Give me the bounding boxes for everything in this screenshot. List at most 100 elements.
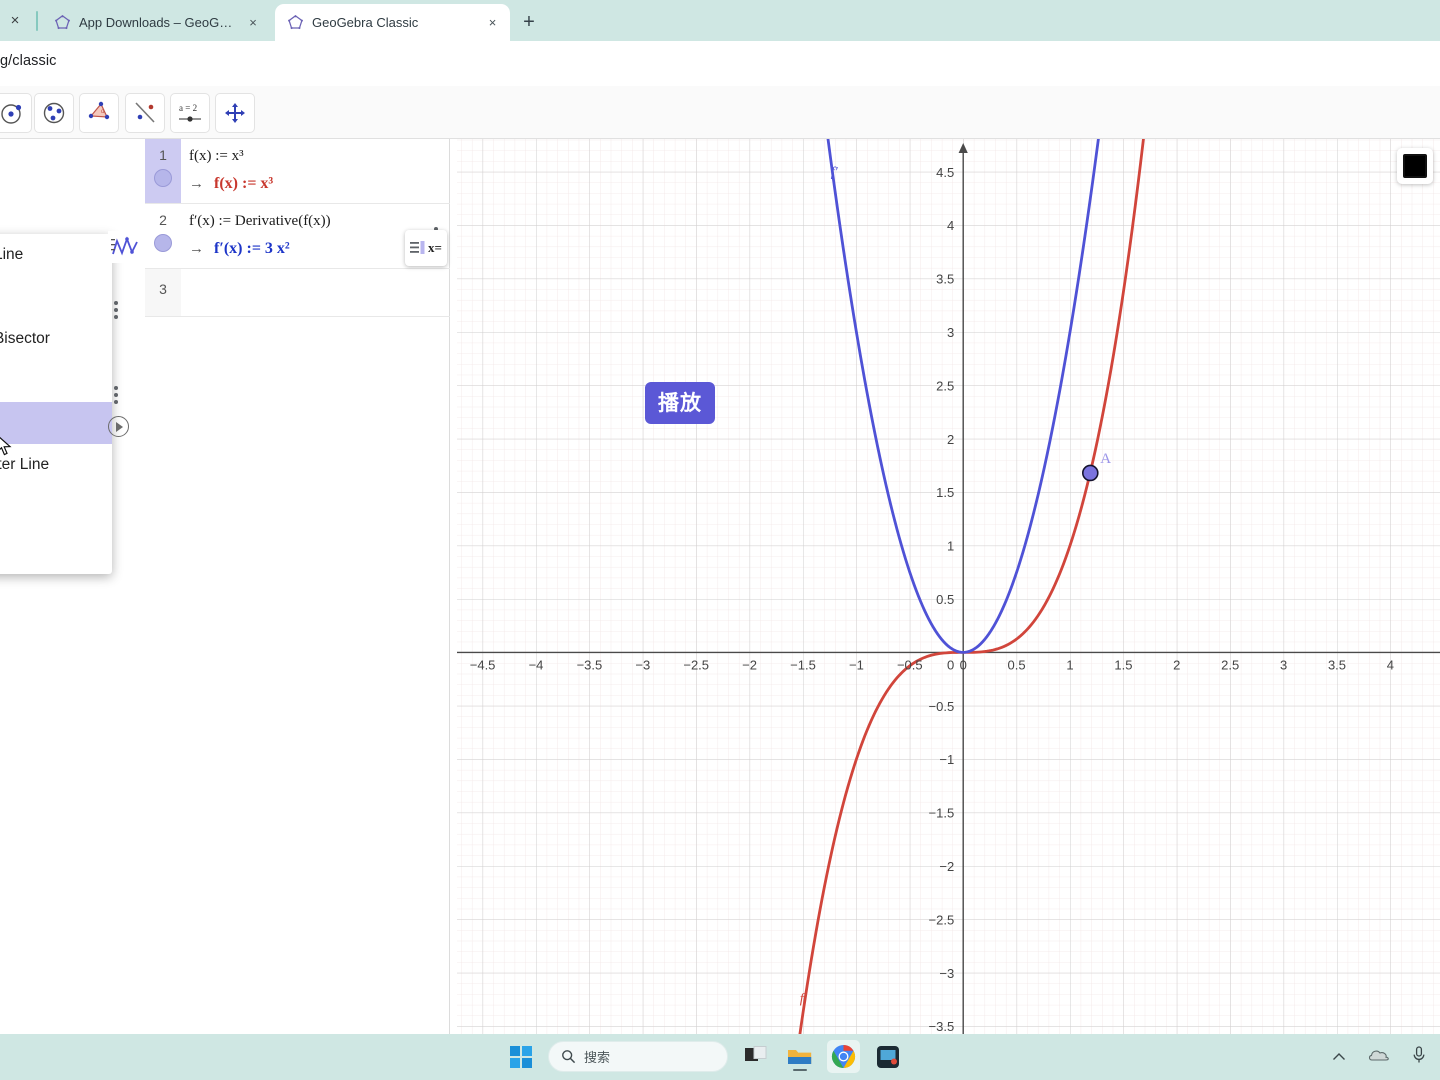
new-tab-button[interactable]: + <box>515 9 543 37</box>
move-graphics-view-tool[interactable] <box>215 93 255 133</box>
algebra-row-index: 3 <box>159 281 167 297</box>
clipped-tab-close-icon[interactable]: × <box>6 12 24 30</box>
algebra-row-input[interactable]: f′(x) := Derivative(f(x)) <box>189 213 442 230</box>
algebra-output-text: f(x) := x³ <box>214 175 274 192</box>
svg-text:−3: −3 <box>939 966 954 981</box>
dropdown-item-best-fit-line[interactable]: Best Fit Line <box>0 486 112 528</box>
circle-through-three-points-tool[interactable] <box>34 93 74 133</box>
svg-text:2.5: 2.5 <box>1221 657 1239 672</box>
algebra-row-gutter: 2 <box>145 204 181 268</box>
visibility-marble-toggle[interactable] <box>154 169 172 187</box>
svg-text:1: 1 <box>1066 657 1073 672</box>
browser-tab-geogebra-classic[interactable]: GeoGebra Classic × <box>275 4 510 41</box>
taskbar-search-placeholder: 搜索 <box>584 1051 611 1066</box>
svg-text:a = 2: a = 2 <box>179 103 197 113</box>
tool-help-play-icon[interactable] <box>108 416 129 437</box>
svg-text:α: α <box>101 109 105 115</box>
svg-text:−1: −1 <box>849 657 864 672</box>
start-button[interactable] <box>505 1041 537 1073</box>
output-arrow-icon: → <box>189 241 204 257</box>
coordinate-grid: f f' A −4.5 −4 −3.5 −3 −2.5 −2 −1.5 −1 −0.5 0 0.5 1… <box>457 139 1440 1034</box>
dropdown-item-perpendicular-bisector[interactable]: Perpendicular Bisector <box>0 318 112 360</box>
dropdown-item-angle-bisector[interactable]: Angle Bisector <box>0 360 112 402</box>
graphics-view[interactable]: f f' A −4.5 −4 −3.5 −3 −2.5 −2 −1.5 −1 −0.5 0 0.5 1… <box>457 139 1440 1034</box>
geogebra-favicon-icon <box>54 14 71 31</box>
svg-text:3: 3 <box>947 325 954 340</box>
remote-desktop-icon[interactable] <box>871 1040 904 1073</box>
svg-text:−1.5: −1.5 <box>929 806 955 821</box>
svg-text:0: 0 <box>960 657 967 672</box>
browser-tab-close-icon[interactable]: × <box>244 13 262 32</box>
algebra-row-gutter: 1 <box>145 139 181 203</box>
dropdown-item-tangents[interactable]: Tangents <box>0 402 112 444</box>
visibility-marble-toggle[interactable] <box>154 234 172 252</box>
file-explorer-icon[interactable] <box>783 1040 816 1073</box>
svg-text:−2: −2 <box>939 859 954 874</box>
svg-text:−0.5: −0.5 <box>929 699 955 714</box>
address-bar-url: g/classic <box>0 53 57 69</box>
dropdown-item-polar-or-diameter-line[interactable]: Polar or Diameter Line <box>0 444 112 486</box>
output-arrow-icon: → <box>189 176 204 192</box>
geogebra-app: α a = 2 1 f(x):= x³ → f(x):= x³ 2 f′(x… <box>0 86 1440 1080</box>
dropdown-item-parallel-line[interactable]: Parallel Line <box>0 276 112 318</box>
tab-separator <box>36 11 38 31</box>
svg-text:−4: −4 <box>529 657 544 672</box>
algebra-row-index: 2 <box>159 212 167 228</box>
cloud-icon[interactable] <box>1368 1048 1390 1067</box>
algebra-row-output: → f(x) := x³ <box>189 175 442 193</box>
browser-address-bar[interactable] <box>0 41 1440 86</box>
tool-column-kebab-icon-1[interactable] <box>114 298 118 322</box>
circle-through-point-tool[interactable] <box>0 93 32 133</box>
line-tool[interactable] <box>125 93 165 133</box>
svg-text:−1.5: −1.5 <box>790 657 816 672</box>
algebra-row-input[interactable]: f(x) := x³ <box>189 148 442 165</box>
tool-column-kebab-icon-2[interactable] <box>114 383 118 407</box>
browser-tab-title: GeoGebra Classic <box>312 15 419 30</box>
browser-tab-close-icon[interactable]: × <box>483 13 502 32</box>
svg-text:−3.5: −3.5 <box>577 657 603 672</box>
svg-text:4.5: 4.5 <box>936 165 954 180</box>
svg-text:4: 4 <box>1387 657 1394 672</box>
function-graph-icon[interactable] <box>108 231 142 263</box>
svg-text:1.5: 1.5 <box>936 485 954 500</box>
browser-tab-app-downloads[interactable]: App Downloads – GeoGebra × <box>42 4 270 41</box>
svg-text:2: 2 <box>947 432 954 447</box>
windows-taskbar: 搜索 <box>0 1034 1440 1080</box>
svg-text:−2.5: −2.5 <box>683 657 709 672</box>
search-icon <box>562 1050 576 1064</box>
algebra-row-gutter: 3 <box>145 269 181 316</box>
svg-text:1.5: 1.5 <box>1114 657 1132 672</box>
input-bar-label: x= <box>428 240 442 255</box>
svg-text:3.5: 3.5 <box>1328 657 1346 672</box>
style-bar-color-swatch[interactable] <box>1397 148 1433 184</box>
microphone-icon[interactable] <box>1412 1046 1426 1069</box>
play-button-chip[interactable]: 播放 <box>645 382 715 424</box>
svg-text:4: 4 <box>947 218 954 233</box>
algebra-row-1[interactable]: 1 f(x) := x³ → f(x) := x³ <box>145 139 450 204</box>
svg-text:3: 3 <box>1280 657 1287 672</box>
chevron-up-icon[interactable] <box>1332 1049 1346 1067</box>
svg-text:−3: −3 <box>635 657 650 672</box>
taskbar-search-box[interactable]: 搜索 <box>548 1041 728 1072</box>
line-tools-dropdown-menu[interactable]: Perpendicular Line Parallel Line Perpend… <box>0 234 112 574</box>
algebra-row-body[interactable]: f(x) := x³ → f(x) := x³ <box>181 139 450 203</box>
svg-text:1: 1 <box>947 539 954 554</box>
svg-text:2: 2 <box>1173 657 1180 672</box>
algebra-input-bar-icon[interactable]: x= <box>405 230 447 266</box>
svg-text:−3.5: −3.5 <box>929 1019 955 1034</box>
svg-text:−4.5: −4.5 <box>470 657 496 672</box>
taskview-icon[interactable] <box>739 1040 772 1073</box>
svg-text:0: 0 <box>947 657 954 672</box>
dropdown-item-perpendicular-line[interactable]: Perpendicular Line <box>0 234 112 276</box>
svg-text:3.5: 3.5 <box>936 272 954 287</box>
algebra-new-input-row[interactable] <box>181 269 450 316</box>
geogebra-favicon-icon <box>287 14 304 31</box>
svg-text:−2.5: −2.5 <box>929 912 955 927</box>
svg-text:−2: −2 <box>742 657 757 672</box>
svg-text:−1: −1 <box>939 752 954 767</box>
slider-tool[interactable]: a = 2 <box>170 93 210 133</box>
svg-text:−0.5: −0.5 <box>897 657 923 672</box>
angle-tool[interactable]: α <box>79 93 119 133</box>
chrome-icon[interactable] <box>827 1040 860 1073</box>
algebra-row-3[interactable]: 3 <box>145 269 450 317</box>
